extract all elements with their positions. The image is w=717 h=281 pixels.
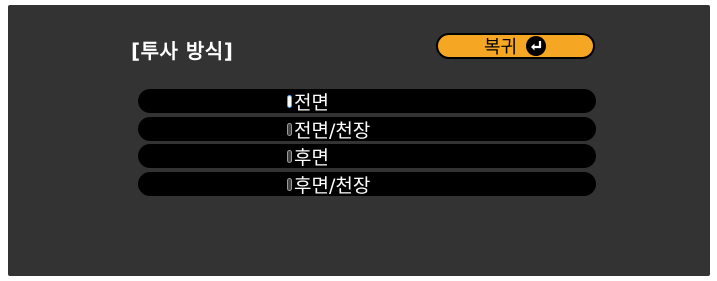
option-label: 후면: [294, 146, 329, 169]
radio-indicator: [287, 177, 292, 191]
return-button-label: 복귀: [483, 37, 518, 58]
projection-settings-panel: [투사 방식] 복귀 전면 전면/천장 후면 후면/천장: [8, 5, 710, 276]
option-front-ceiling[interactable]: 전면/천장: [138, 117, 596, 142]
option-label: 전면/천장: [294, 119, 371, 142]
enter-icon: [525, 35, 547, 57]
option-front[interactable]: 전면: [138, 89, 596, 114]
radio-selected-indicator: [287, 94, 292, 108]
return-button[interactable]: 복귀: [436, 33, 595, 59]
projection-mode-list: 전면 전면/천장 후면 후면/천장: [138, 89, 596, 201]
option-rear[interactable]: 후면: [138, 144, 596, 169]
radio-indicator: [287, 149, 292, 163]
option-label: 전면: [294, 91, 329, 114]
option-rear-ceiling[interactable]: 후면/천장: [138, 172, 596, 197]
radio-indicator: [287, 122, 292, 136]
page-title: [투사 방식]: [131, 39, 234, 63]
option-label: 후면/천장: [294, 174, 371, 197]
